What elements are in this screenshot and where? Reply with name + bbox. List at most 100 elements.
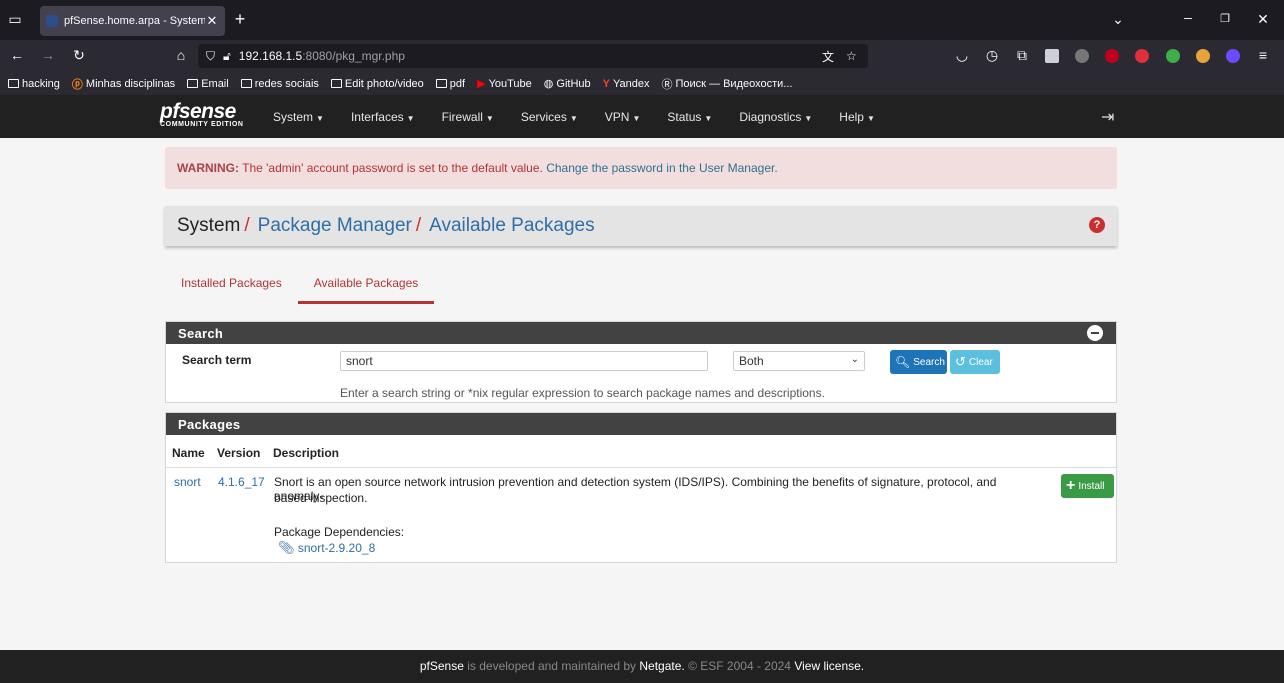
- youtube-icon: ▶: [477, 78, 486, 90]
- folder-icon: [8, 79, 19, 88]
- main-menu: System ▼ Interfaces ▼ Firewall ▼ Services ▼ …: [262, 95, 891, 138]
- bookmark-youtube[interactable]: ▶ YouTube: [477, 77, 532, 91]
- packages-panel: Packages Name Version Description snort …: [165, 412, 1117, 563]
- menu-status[interactable]: Status ▼: [656, 110, 728, 124]
- bookmark-label: GitHub: [556, 77, 591, 90]
- tab-list-icon[interactable]: ▭: [4, 9, 26, 31]
- bookmark-pdf[interactable]: pdf: [435, 77, 466, 90]
- warning-text: The 'admin' account password is set to t…: [239, 161, 547, 175]
- package-version-link[interactable]: 4.1.6_17: [218, 475, 265, 489]
- bookmark-label: Email: [201, 77, 229, 90]
- lock-icon[interactable]: 🔓︎: [223, 49, 231, 64]
- breadcrumb-separator: /: [415, 215, 422, 236]
- collapse-icon[interactable]: [1087, 325, 1103, 341]
- logout-icon[interactable]: ⇥: [1101, 107, 1114, 127]
- table-divider: [166, 467, 1116, 468]
- bookmark-email[interactable]: Email: [187, 78, 229, 90]
- caret-down-icon: ▼: [704, 113, 713, 123]
- shield-icon[interactable]: ⛉: [206, 49, 215, 64]
- pocket-icon[interactable]: ◡: [951, 45, 973, 67]
- menu-vpn[interactable]: VPN ▼: [594, 110, 657, 124]
- close-tab-icon[interactable]: ✕: [205, 13, 219, 29]
- tab-title: pfSense.home.arpa - System: Pa: [64, 15, 205, 27]
- menu-label: Help: [839, 109, 864, 124]
- bookmark-minhas-disciplinas[interactable]: ⓟ Minhas disciplinas: [72, 76, 175, 92]
- dependency-link[interactable]: 📎︎ snort-2.9.20_8: [278, 540, 375, 556]
- footer-brand: pfSense: [419, 659, 464, 673]
- restore-icon[interactable]: ❐: [1214, 9, 1236, 31]
- menu-interfaces[interactable]: Interfaces ▼: [340, 110, 431, 124]
- search-input[interactable]: [340, 351, 708, 371]
- extension-face-icon[interactable]: [1196, 49, 1210, 63]
- browser-tab[interactable]: pfSense.home.arpa - System: Pa ✕: [40, 6, 225, 36]
- app-menu-icon[interactable]: ≡: [1252, 45, 1274, 67]
- help-icon[interactable]: ?: [1089, 217, 1105, 233]
- bookmark-hacking[interactable]: hacking: [8, 78, 60, 90]
- search-site-icon: Ⓡ: [661, 78, 673, 91]
- search-panel: Search Search term Both ⌄ 🔍︎ Search ↺ Cl…: [165, 321, 1117, 403]
- url-host: 192.168.1.5: [238, 49, 303, 63]
- shield-check-icon[interactable]: [1166, 49, 1180, 63]
- column-version: Version: [217, 446, 261, 460]
- pfsense-header: pfsense COMMUNITY EDITION System ▼ Interf…: [0, 95, 1284, 138]
- home-icon[interactable]: ⌂: [170, 45, 192, 67]
- menu-services[interactable]: Services ▼: [510, 110, 594, 124]
- breadcrumb-available-packages[interactable]: Available Packages: [429, 215, 594, 237]
- ublock-icon[interactable]: [1105, 49, 1119, 63]
- bookmarks-bar: hacking ⓟ Minhas disciplinas Email redes …: [0, 72, 1284, 95]
- extensions-icon[interactable]: ⧉: [1011, 45, 1033, 67]
- bookmark-label: hacking: [22, 77, 60, 90]
- menu-firewall[interactable]: Firewall ▼: [431, 110, 510, 124]
- close-window-icon[interactable]: ✕: [1252, 9, 1274, 31]
- github-icon: ◍: [543, 78, 554, 90]
- extension-mask-icon[interactable]: [1075, 49, 1089, 63]
- folder-icon: [240, 79, 252, 88]
- logo-subtitle: COMMUNITY EDITION: [160, 121, 244, 128]
- bitwarden-icon[interactable]: [1045, 49, 1059, 63]
- menu-label: Diagnostics: [739, 109, 802, 124]
- tab-installed-packages[interactable]: Installed Packages: [165, 264, 298, 304]
- menu-help[interactable]: Help ▼: [828, 110, 891, 124]
- bookmark-github[interactable]: ◍ GitHub: [543, 77, 591, 91]
- translate-icon[interactable]: 文: [822, 48, 834, 65]
- reload-icon[interactable]: ↻: [68, 45, 90, 67]
- minimize-icon[interactable]: –: [1177, 7, 1199, 29]
- bookmark-label: pdf: [449, 77, 466, 90]
- change-password-link[interactable]: Change the password in the User Manager.: [546, 161, 777, 175]
- proton-icon[interactable]: [1226, 49, 1240, 63]
- pfsense-logo[interactable]: pfsense COMMUNITY EDITION: [160, 100, 244, 128]
- new-tab-icon[interactable]: +: [229, 9, 251, 31]
- search-scope-select[interactable]: Both ⌄: [733, 351, 865, 371]
- url-path: :8080/pkg_mgr.php: [302, 49, 405, 63]
- package-name-link[interactable]: snort: [174, 475, 201, 489]
- bookmark-edit-photo-video[interactable]: Edit photo/video: [330, 77, 424, 90]
- folder-icon: [187, 79, 199, 88]
- bookmark-label: Edit photo/video: [344, 77, 424, 90]
- history-icon[interactable]: ◷: [981, 45, 1003, 67]
- view-license-link[interactable]: View license.: [794, 659, 864, 673]
- browser-tab-bar: ▭ pfSense.home.arpa - System: Pa ✕ + ⌄ –…: [0, 0, 1284, 40]
- search-button[interactable]: 🔍︎ Search: [890, 350, 947, 374]
- bookmark-star-icon[interactable]: ☆: [846, 49, 857, 63]
- bookmark-redes-sociais[interactable]: redes sociais: [240, 78, 319, 90]
- back-icon[interactable]: ←: [6, 45, 28, 67]
- bookmark-yandex[interactable]: Y Yandex: [603, 78, 650, 90]
- address-bar[interactable]: ⛉ 🔓︎ 192.168.1.5:8080/pkg_mgr.php 文 ☆: [198, 44, 868, 68]
- install-button[interactable]: + Install: [1061, 474, 1114, 498]
- caret-down-icon: ▼: [485, 113, 494, 123]
- packages-panel-heading: Packages: [166, 413, 1116, 435]
- breadcrumb-package-manager[interactable]: Package Manager: [258, 215, 412, 237]
- clear-button[interactable]: ↺ Clear: [950, 350, 1000, 374]
- menu-system[interactable]: System ▼: [262, 110, 340, 124]
- menu-diagnostics[interactable]: Diagnostics ▼: [728, 110, 828, 124]
- bookmark-label: Yandex: [613, 77, 650, 90]
- forward-icon[interactable]: →: [37, 45, 59, 67]
- breadcrumb-separator: /: [244, 215, 250, 236]
- list-all-tabs-icon[interactable]: ⌄: [1107, 9, 1129, 31]
- bookmark-poisk[interactable]: Ⓡ Поиск — Видеохости...: [662, 76, 793, 92]
- search-button-label: Search: [913, 356, 945, 368]
- netgate-link[interactable]: Netgate.: [639, 659, 684, 673]
- tab-available-packages[interactable]: Available Packages: [297, 264, 435, 304]
- breadcrumb-system: System: [177, 215, 241, 236]
- adblock-plus-icon[interactable]: [1135, 49, 1149, 63]
